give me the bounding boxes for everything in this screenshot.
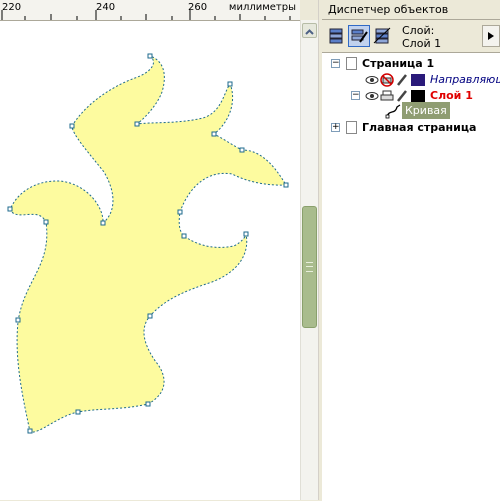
pencil-icon[interactable] [396, 73, 408, 87]
tree-item-master-page[interactable]: + Главная страница [331, 119, 500, 136]
ruler-tick-label: 220 [2, 2, 22, 13]
horizontal-ruler[interactable]: 220 240 260 миллиметры [0, 0, 300, 21]
curve-node[interactable] [134, 121, 140, 127]
vertical-scrollbar[interactable] [300, 20, 318, 500]
current-layer-info: Слой: Слой 1 [402, 24, 441, 50]
current-layer-label: Слой: [402, 24, 435, 37]
layers-properties-icon [329, 28, 343, 44]
page-icon [346, 121, 357, 134]
scroll-up-button[interactable] [302, 23, 317, 38]
docker-title: Диспетчер объектов [322, 0, 500, 20]
edit-across-layers-button[interactable] [348, 25, 370, 47]
docker-menu-button[interactable] [482, 25, 500, 47]
ruler-tick-label: 240 [96, 2, 116, 13]
layer-color-swatch[interactable] [411, 74, 425, 86]
guides-label: Направляющие [430, 73, 500, 86]
curve-node[interactable] [69, 123, 75, 129]
chevron-up-icon [305, 29, 314, 35]
layer-manager-view-button[interactable] [371, 25, 393, 47]
curve-shape[interactable] [0, 21, 300, 500]
current-layer-name: Слой 1 [402, 37, 442, 50]
tree-item-curve[interactable]: Кривая [382, 102, 500, 119]
eye-icon[interactable] [365, 90, 379, 102]
curve-outline[interactable] [9, 55, 287, 433]
object-tree: − Страница 1 Направляющие − [322, 52, 500, 501]
eye-icon[interactable] [365, 74, 379, 86]
curve-node[interactable] [145, 401, 151, 407]
scroll-thumb[interactable] [302, 206, 317, 328]
layer-color-swatch[interactable] [411, 90, 425, 102]
layer-manager-icon [373, 27, 391, 44]
printer-icon[interactable] [380, 89, 394, 103]
docker-toolbar: Слой: Слой 1 [322, 21, 500, 52]
chevron-right-icon [488, 32, 494, 40]
curve-node[interactable] [239, 147, 245, 153]
curve-icon [385, 104, 401, 119]
curve-node[interactable] [147, 313, 153, 319]
ruler-units-label: миллиметры [228, 2, 296, 13]
curve-node[interactable] [227, 81, 233, 87]
edit-layers-icon [351, 29, 368, 43]
page-icon [346, 57, 357, 70]
ruler-tick-label: 260 [188, 2, 208, 13]
curve-node[interactable] [211, 131, 217, 137]
curve-node[interactable] [27, 428, 33, 434]
curve-node[interactable] [7, 206, 13, 212]
curve-node[interactable] [177, 209, 183, 215]
pencil-icon[interactable] [396, 89, 408, 103]
collapse-icon[interactable]: − [351, 91, 360, 100]
print-disabled-icon[interactable] [380, 73, 394, 87]
curve-node[interactable] [15, 317, 21, 323]
curve-label[interactable]: Кривая [402, 102, 450, 119]
grip-icon [306, 262, 313, 272]
drawing-canvas[interactable]: 220 240 260 миллиметры [0, 0, 300, 500]
tree-item-page1[interactable]: − Страница 1 [331, 55, 500, 72]
show-properties-button[interactable] [325, 25, 347, 47]
expand-icon[interactable]: + [331, 123, 340, 132]
curve-node[interactable] [43, 219, 49, 225]
curve-node[interactable] [181, 233, 187, 239]
master-page-label: Главная страница [362, 121, 477, 134]
curve-node[interactable] [100, 220, 106, 226]
curve-node[interactable] [283, 182, 289, 188]
curve-node[interactable] [147, 53, 153, 59]
curve-node[interactable] [75, 409, 81, 415]
collapse-icon[interactable]: − [331, 59, 340, 68]
page1-label: Страница 1 [362, 57, 435, 70]
curve-node[interactable] [243, 231, 249, 237]
tree-item-guides[interactable]: Направляющие [362, 71, 500, 88]
